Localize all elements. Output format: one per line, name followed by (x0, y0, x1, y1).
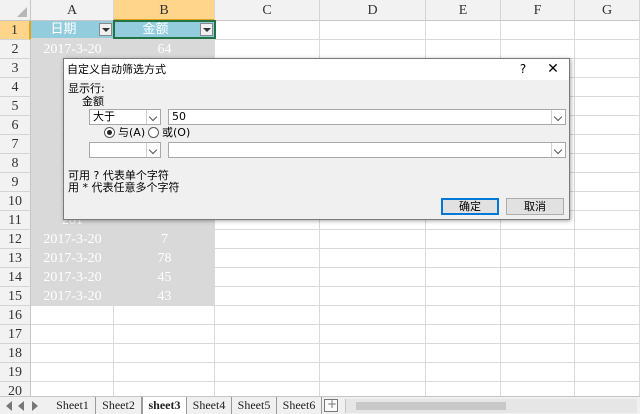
tab-sheet3[interactable]: sheet3 (142, 397, 187, 414)
row-header-12[interactable]: 12 (0, 230, 31, 249)
row-header-4[interactable]: 4 (0, 78, 31, 97)
row-header-2[interactable]: 2 (0, 40, 31, 59)
cell-date[interactable]: 2017-3-20 (31, 40, 114, 59)
row-header-11[interactable]: 11 (0, 211, 31, 230)
dialog-titlebar[interactable]: 自定义自动筛选方式 ? ✕ (64, 59, 569, 80)
condition1-operator-select[interactable]: 大于 (89, 109, 161, 125)
tab-first-icon[interactable] (6, 401, 12, 411)
filter-dropdown-amount[interactable] (200, 23, 213, 36)
or-radio-label[interactable]: 或(O) (162, 126, 190, 139)
row-header-19[interactable]: 19 (0, 363, 31, 382)
row-gridline (31, 381, 640, 382)
close-icon[interactable]: ✕ (541, 60, 565, 78)
row-header-6[interactable]: 6 (0, 116, 31, 135)
tab-sheet6[interactable]: Sheet6 (277, 397, 322, 414)
cell-amount[interactable]: 84 (114, 306, 215, 325)
cell-amount[interactable]: 45 (114, 268, 215, 287)
condition1-value-text: 50 (172, 110, 186, 123)
header-cell-date[interactable]: 日期 (31, 21, 114, 38)
select-all-corner[interactable] (0, 0, 31, 21)
and-radio[interactable] (104, 127, 115, 138)
cell-date[interactable]: 2017-3-20 (31, 306, 114, 325)
scrollbar-thumb[interactable] (356, 402, 506, 410)
sheet-tabs-bar: Sheet1 Sheet2 sheet3 Sheet4 Sheet5 Sheet6 (0, 396, 640, 414)
tab-sheet4[interactable]: Sheet4 (187, 397, 232, 414)
field-name-label: 金额 (82, 95, 104, 108)
tab-prev-icon[interactable] (18, 401, 24, 411)
cell-amount[interactable]: 64 (114, 40, 215, 59)
row-header-13[interactable]: 13 (0, 249, 31, 268)
row-header-9[interactable]: 9 (0, 173, 31, 192)
cell-date[interactable]: 2017-3-20 (31, 230, 114, 249)
cell-date[interactable]: 2017-3-20 (31, 268, 114, 287)
tab-next-icon[interactable] (32, 401, 38, 411)
chevron-down-icon[interactable] (146, 143, 160, 157)
column-header-a[interactable]: A (31, 0, 114, 21)
dialog-body: 显示行: 金额 大于 50 与(A) 或(O) 可用 ? 代表单个字符 用 * … (64, 80, 569, 219)
help-icon[interactable]: ? (513, 60, 533, 78)
condition1-value-combo[interactable]: 50 (168, 109, 566, 125)
row-header-8[interactable]: 8 (0, 154, 31, 173)
chevron-down-icon[interactable] (146, 110, 160, 124)
cell-date[interactable]: 2017-3-20 (31, 287, 114, 306)
row-header-14[interactable]: 14 (0, 268, 31, 287)
and-radio-label[interactable]: 与(A) (118, 126, 145, 139)
row-gridline (31, 343, 640, 344)
chevron-down-icon[interactable] (551, 110, 565, 124)
cell-amount[interactable]: 78 (114, 249, 215, 268)
cancel-button[interactable]: 取消 (506, 198, 564, 215)
row-header-17[interactable]: 17 (0, 325, 31, 344)
tab-sheet2[interactable]: Sheet2 (96, 397, 142, 414)
column-header-b[interactable]: B (114, 0, 215, 21)
cell-amount[interactable]: 7 (114, 230, 215, 249)
column-header-c[interactable]: C (215, 0, 320, 21)
row-header-16[interactable]: 16 (0, 306, 31, 325)
chevron-down-icon[interactable] (551, 143, 565, 157)
wildcard-hint-multi: 用 * 代表任意多个字符 (68, 181, 180, 194)
row-header-7[interactable]: 7 (0, 135, 31, 154)
show-rows-label: 显示行: (68, 82, 105, 95)
column-header-d[interactable]: D (320, 0, 426, 21)
header-cell-amount[interactable]: 金额 (114, 21, 215, 38)
header-amount-text: 金额 (142, 22, 169, 37)
column-header-e[interactable]: E (426, 0, 501, 21)
cell-date[interactable]: 2017-3-20 (31, 249, 114, 268)
tab-sheet1[interactable]: Sheet1 (50, 397, 96, 414)
row-header-18[interactable]: 18 (0, 344, 31, 363)
row-header-15[interactable]: 15 (0, 287, 31, 306)
condition1-operator-value: 大于 (93, 110, 115, 123)
ok-button[interactable]: 确定 (441, 198, 499, 215)
new-sheet-icon[interactable] (324, 397, 338, 412)
cell-amount[interactable]: 43 (114, 287, 215, 306)
row-header-5[interactable]: 5 (0, 97, 31, 116)
row-header-10[interactable]: 10 (0, 192, 31, 211)
header-date-text: 日期 (50, 22, 77, 37)
column-gridline (574, 21, 575, 396)
column-header-f[interactable]: F (501, 0, 575, 21)
condition2-operator-select[interactable] (89, 142, 161, 158)
row-header-1[interactable]: 1 (0, 21, 31, 40)
row-header-3[interactable]: 3 (0, 59, 31, 78)
tab-sheet5[interactable]: Sheet5 (232, 397, 277, 414)
dialog-title: 自定义自动筛选方式 (67, 63, 166, 76)
filter-dropdown-date[interactable] (99, 23, 112, 36)
row-gridline (31, 362, 640, 363)
column-header-g[interactable]: G (575, 0, 640, 21)
condition2-value-combo[interactable] (168, 142, 566, 158)
custom-autofilter-dialog: 自定义自动筛选方式 ? ✕ 显示行: 金额 大于 50 与(A) 或(O) 可用… (63, 58, 570, 220)
horizontal-scrollbar[interactable] (345, 399, 637, 413)
or-radio[interactable] (148, 127, 159, 138)
